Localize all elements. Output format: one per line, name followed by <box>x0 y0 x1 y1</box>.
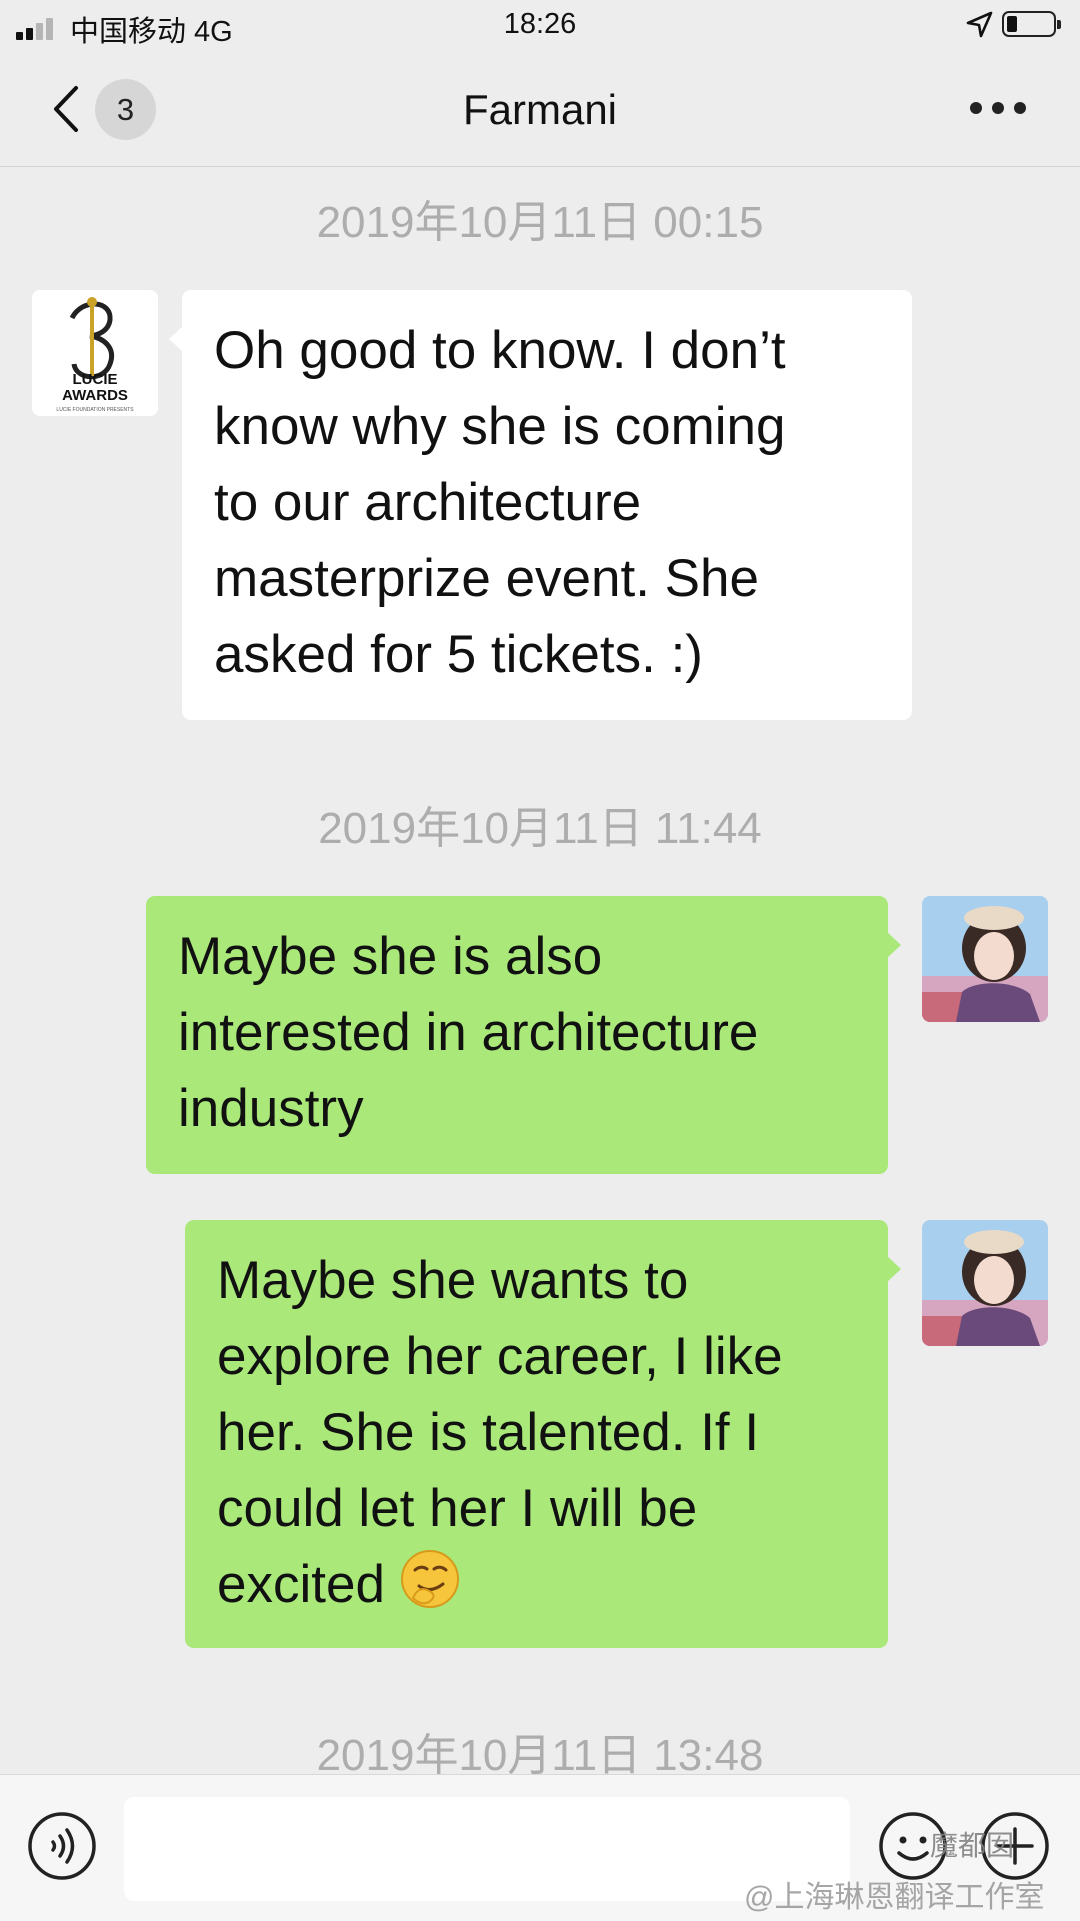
voice-icon[interactable] <box>27 1811 97 1881</box>
message-line-text: excited <box>217 1555 385 1614</box>
user-photo <box>922 896 1048 1022</box>
user-avatar[interactable] <box>922 896 1048 1022</box>
incoming-message-bubble[interactable]: Oh good to know. I don’t know why she is… <box>169 290 912 720</box>
message-line: asked for 5 tickets. :) <box>214 625 703 684</box>
message-timestamp: 2019年10月11日 11:44 <box>318 804 762 853</box>
chat-title: Farmani <box>462 86 618 133</box>
battery-icon <box>1002 11 1061 37</box>
logo-text-lucie: LUCIE <box>73 371 118 388</box>
user-avatar[interactable] <box>922 1220 1048 1346</box>
message-line: interested in architecture <box>178 1003 759 1062</box>
message-line: her. She is talented. If I <box>217 1403 760 1462</box>
message-timestamp: 2019年10月11日 00:15 <box>316 198 764 247</box>
status-time: 18:26 <box>503 8 577 40</box>
message-line: could let her I will be <box>217 1479 698 1538</box>
outgoing-message-bubble[interactable]: Maybe she is also interested in architec… <box>146 896 901 1174</box>
message-line: Maybe she is also <box>178 927 603 986</box>
watermark-tag: 魔都囡 <box>930 1830 1015 1861</box>
smirk-emoji-icon <box>400 1550 459 1608</box>
outgoing-message-bubble[interactable]: Maybe she wants to explore her career, I… <box>185 1220 901 1648</box>
message-line: to our architecture <box>214 473 642 532</box>
message-line: Oh good to know. I don’t <box>214 321 786 380</box>
message-line: excited <box>217 1547 858 1623</box>
status-bar: 中国移动 4G 18:26 <box>0 0 1080 52</box>
logo-text-awards: AWARDS <box>62 387 128 404</box>
contact-avatar[interactable]: LUCIE AWARDS LUCIE FOUNDATION PRESENTS <box>32 290 158 416</box>
chat-header: 3 Farmani <box>0 52 1080 167</box>
location-icon <box>966 11 993 38</box>
logo-text-foundation: LUCIE FOUNDATION PRESENTS <box>56 407 134 413</box>
message-line: explore her career, I like <box>217 1327 783 1386</box>
message-input[interactable] <box>124 1797 850 1901</box>
more-dots-icon[interactable] <box>970 102 1026 116</box>
message-line: masterprize event. She <box>214 549 759 608</box>
user-photo <box>922 1220 1048 1346</box>
message-line: know why she is coming <box>214 397 786 456</box>
message-line: Maybe she wants to <box>217 1251 689 1310</box>
lucie-awards-logo: LUCIE AWARDS LUCIE FOUNDATION PRESENTS <box>32 290 158 416</box>
watermark-handle: @上海琳恩翻译工作室 <box>744 1881 1045 1914</box>
message-line: industry <box>178 1079 364 1138</box>
